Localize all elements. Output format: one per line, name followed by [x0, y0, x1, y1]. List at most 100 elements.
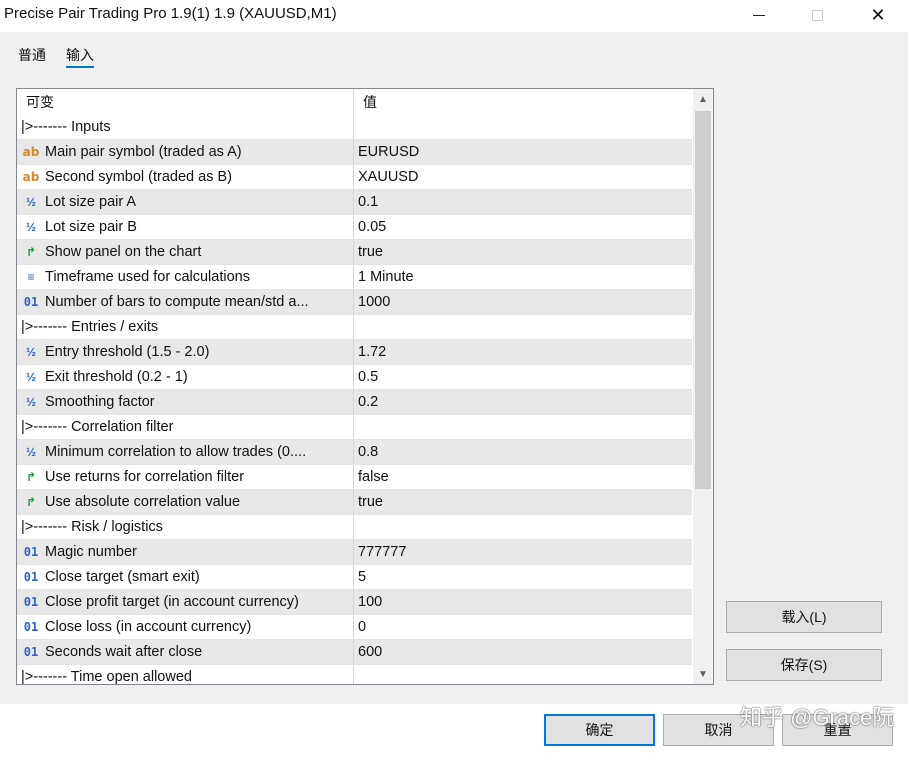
input-name-cell[interactable]: Exit threshold (0.2 - 1)	[17, 365, 354, 389]
input-name-cell[interactable]: Close loss (in account currency)	[17, 615, 354, 639]
input-value-cell[interactable]: true	[354, 240, 692, 264]
input-name-cell[interactable]: Close target (smart exit)	[17, 565, 354, 589]
section-row[interactable]: |>------- Correlation filter	[17, 415, 692, 440]
window-title: Precise Pair Trading Pro 1.9(1) 1.9 (XAU…	[4, 5, 337, 22]
tab-common[interactable]: 普通	[8, 40, 56, 70]
maximize-icon	[811, 9, 823, 21]
section-row[interactable]: |>------- Risk / logistics	[17, 515, 692, 540]
input-row[interactable]: Smoothing factor 0.2 ½	[17, 390, 692, 415]
input-value-cell[interactable]: 0.05	[354, 215, 692, 239]
input-row[interactable]: Timeframe used for calculations 1 Minute ≡	[17, 265, 692, 290]
input-value-cell[interactable]: 0.1	[354, 190, 692, 214]
input-value-cell[interactable]: false	[354, 465, 692, 489]
input-row[interactable]: Number of bars to compute mean/std a... 1…	[17, 290, 692, 315]
minimize-button[interactable]	[736, 0, 782, 30]
input-name-cell[interactable]: Main pair symbol (traded as A)	[17, 140, 354, 164]
input-value-cell[interactable]	[354, 515, 692, 539]
watermark-text: 知乎 @Grace阮	[740, 705, 895, 730]
input-name-cell[interactable]: |>------- Entries / exits	[17, 315, 354, 339]
input-name-cell[interactable]: Minimum correlation to allow trades (0..…	[17, 440, 354, 464]
input-row[interactable]: Lot size pair A 0.1 ½	[17, 190, 692, 215]
input-row[interactable]: Use returns for correlation filter false ↱	[17, 465, 692, 490]
input-value-cell[interactable]: EURUSD	[354, 140, 692, 164]
integer-type-icon: 01	[23, 570, 39, 584]
vertical-scrollbar[interactable]: ▲ ▼	[693, 89, 713, 684]
input-value-cell[interactable]: true	[354, 490, 692, 514]
double-type-icon: ½	[25, 195, 36, 209]
input-row[interactable]: Close target (smart exit) 5 01	[17, 565, 692, 590]
section-row[interactable]: |>------- Entries / exits	[17, 315, 692, 340]
input-name-cell[interactable]: Lot size pair A	[17, 190, 354, 214]
input-row[interactable]: Exit threshold (0.2 - 1) 0.5 ½	[17, 365, 692, 390]
column-header-variable[interactable]: 可变	[17, 89, 354, 115]
enum-type-icon: ≡	[27, 270, 35, 284]
input-name-cell[interactable]: |>------- Inputs	[17, 115, 354, 139]
scroll-thumb[interactable]	[695, 111, 711, 489]
input-row[interactable]: Main pair symbol (traded as A) EURUSD ab	[17, 140, 692, 165]
input-name-cell[interactable]: |>------- Correlation filter	[17, 415, 354, 439]
load-button[interactable]: 载入(L)	[726, 601, 882, 633]
input-row[interactable]: Use absolute correlation value true ↱	[17, 490, 692, 515]
input-name-cell[interactable]: Magic number	[17, 540, 354, 564]
integer-type-icon: 01	[23, 645, 39, 659]
input-row[interactable]: Entry threshold (1.5 - 2.0) 1.72 ½	[17, 340, 692, 365]
section-row[interactable]: |>------- Time open allowed	[17, 665, 692, 684]
input-name-cell[interactable]: Second symbol (traded as B)	[17, 165, 354, 189]
integer-type-icon: 01	[23, 595, 39, 609]
input-name-cell[interactable]: Use returns for correlation filter	[17, 465, 354, 489]
tab-inputs[interactable]: 输入	[56, 40, 104, 70]
input-name-cell[interactable]: |>------- Time open allowed	[17, 665, 354, 684]
input-value-cell[interactable]: 600	[354, 640, 692, 664]
input-value-cell[interactable]: 100	[354, 590, 692, 614]
input-value-cell[interactable]	[354, 415, 692, 439]
input-name-cell[interactable]: Number of bars to compute mean/std a...	[17, 290, 354, 314]
input-value-cell[interactable]: 777777	[354, 540, 692, 564]
input-name-cell[interactable]: Use absolute correlation value	[17, 490, 354, 514]
input-name-cell[interactable]: Smoothing factor	[17, 390, 354, 414]
grid-header: 可变 值	[17, 89, 692, 115]
title-bar: Precise Pair Trading Pro 1.9(1) 1.9 (XAU…	[0, 0, 908, 32]
save-button[interactable]: 保存(S)	[726, 649, 882, 681]
bool-type-icon: ↱	[25, 470, 37, 484]
column-header-value[interactable]: 值	[354, 89, 692, 115]
scroll-down-arrow-icon[interactable]: ▼	[693, 664, 713, 684]
input-row[interactable]: Seconds wait after close 600 01	[17, 640, 692, 665]
input-value-cell[interactable]: 1.72	[354, 340, 692, 364]
input-name-cell[interactable]: Show panel on the chart	[17, 240, 354, 264]
input-value-cell[interactable]: 0.2	[354, 390, 692, 414]
section-row[interactable]: |>------- Inputs	[17, 115, 692, 140]
input-value-cell[interactable]: 0.5	[354, 365, 692, 389]
input-name-cell[interactable]: Entry threshold (1.5 - 2.0)	[17, 340, 354, 364]
integer-type-icon: 01	[23, 295, 39, 309]
input-row[interactable]: Second symbol (traded as B) XAUUSD ab	[17, 165, 692, 190]
input-name-cell[interactable]: Close profit target (in account currency…	[17, 590, 354, 614]
input-name-cell[interactable]: Seconds wait after close	[17, 640, 354, 664]
input-row[interactable]: Close profit target (in account currency…	[17, 590, 692, 615]
input-row[interactable]: Show panel on the chart true ↱	[17, 240, 692, 265]
input-row[interactable]: Minimum correlation to allow trades (0..…	[17, 440, 692, 465]
minimize-icon	[753, 14, 765, 16]
input-value-cell[interactable]	[354, 315, 692, 339]
close-button[interactable]: ✕	[855, 0, 901, 30]
ok-button[interactable]: 确定	[544, 714, 655, 746]
input-row[interactable]: Close loss (in account currency) 0 01	[17, 615, 692, 640]
scroll-up-arrow-icon[interactable]: ▲	[693, 89, 713, 109]
input-value-cell[interactable]: XAUUSD	[354, 165, 692, 189]
integer-type-icon: 01	[23, 620, 39, 634]
input-name-cell[interactable]: Timeframe used for calculations	[17, 265, 354, 289]
input-value-cell[interactable]: 0.8	[354, 440, 692, 464]
input-value-cell[interactable]	[354, 115, 692, 139]
input-value-cell[interactable]: 1 Minute	[354, 265, 692, 289]
bool-type-icon: ↱	[25, 245, 37, 259]
bool-type-icon: ↱	[25, 495, 37, 509]
input-name-cell[interactable]: |>------- Risk / logistics	[17, 515, 354, 539]
double-type-icon: ½	[25, 445, 36, 459]
input-value-cell[interactable]: 5	[354, 565, 692, 589]
input-value-cell[interactable]	[354, 665, 692, 684]
input-row[interactable]: Lot size pair B 0.05 ½	[17, 215, 692, 240]
input-row[interactable]: Magic number 777777 01	[17, 540, 692, 565]
input-name-cell[interactable]: Lot size pair B	[17, 215, 354, 239]
input-value-cell[interactable]: 1000	[354, 290, 692, 314]
tab-bar: 普通 输入	[8, 40, 104, 70]
input-value-cell[interactable]: 0	[354, 615, 692, 639]
